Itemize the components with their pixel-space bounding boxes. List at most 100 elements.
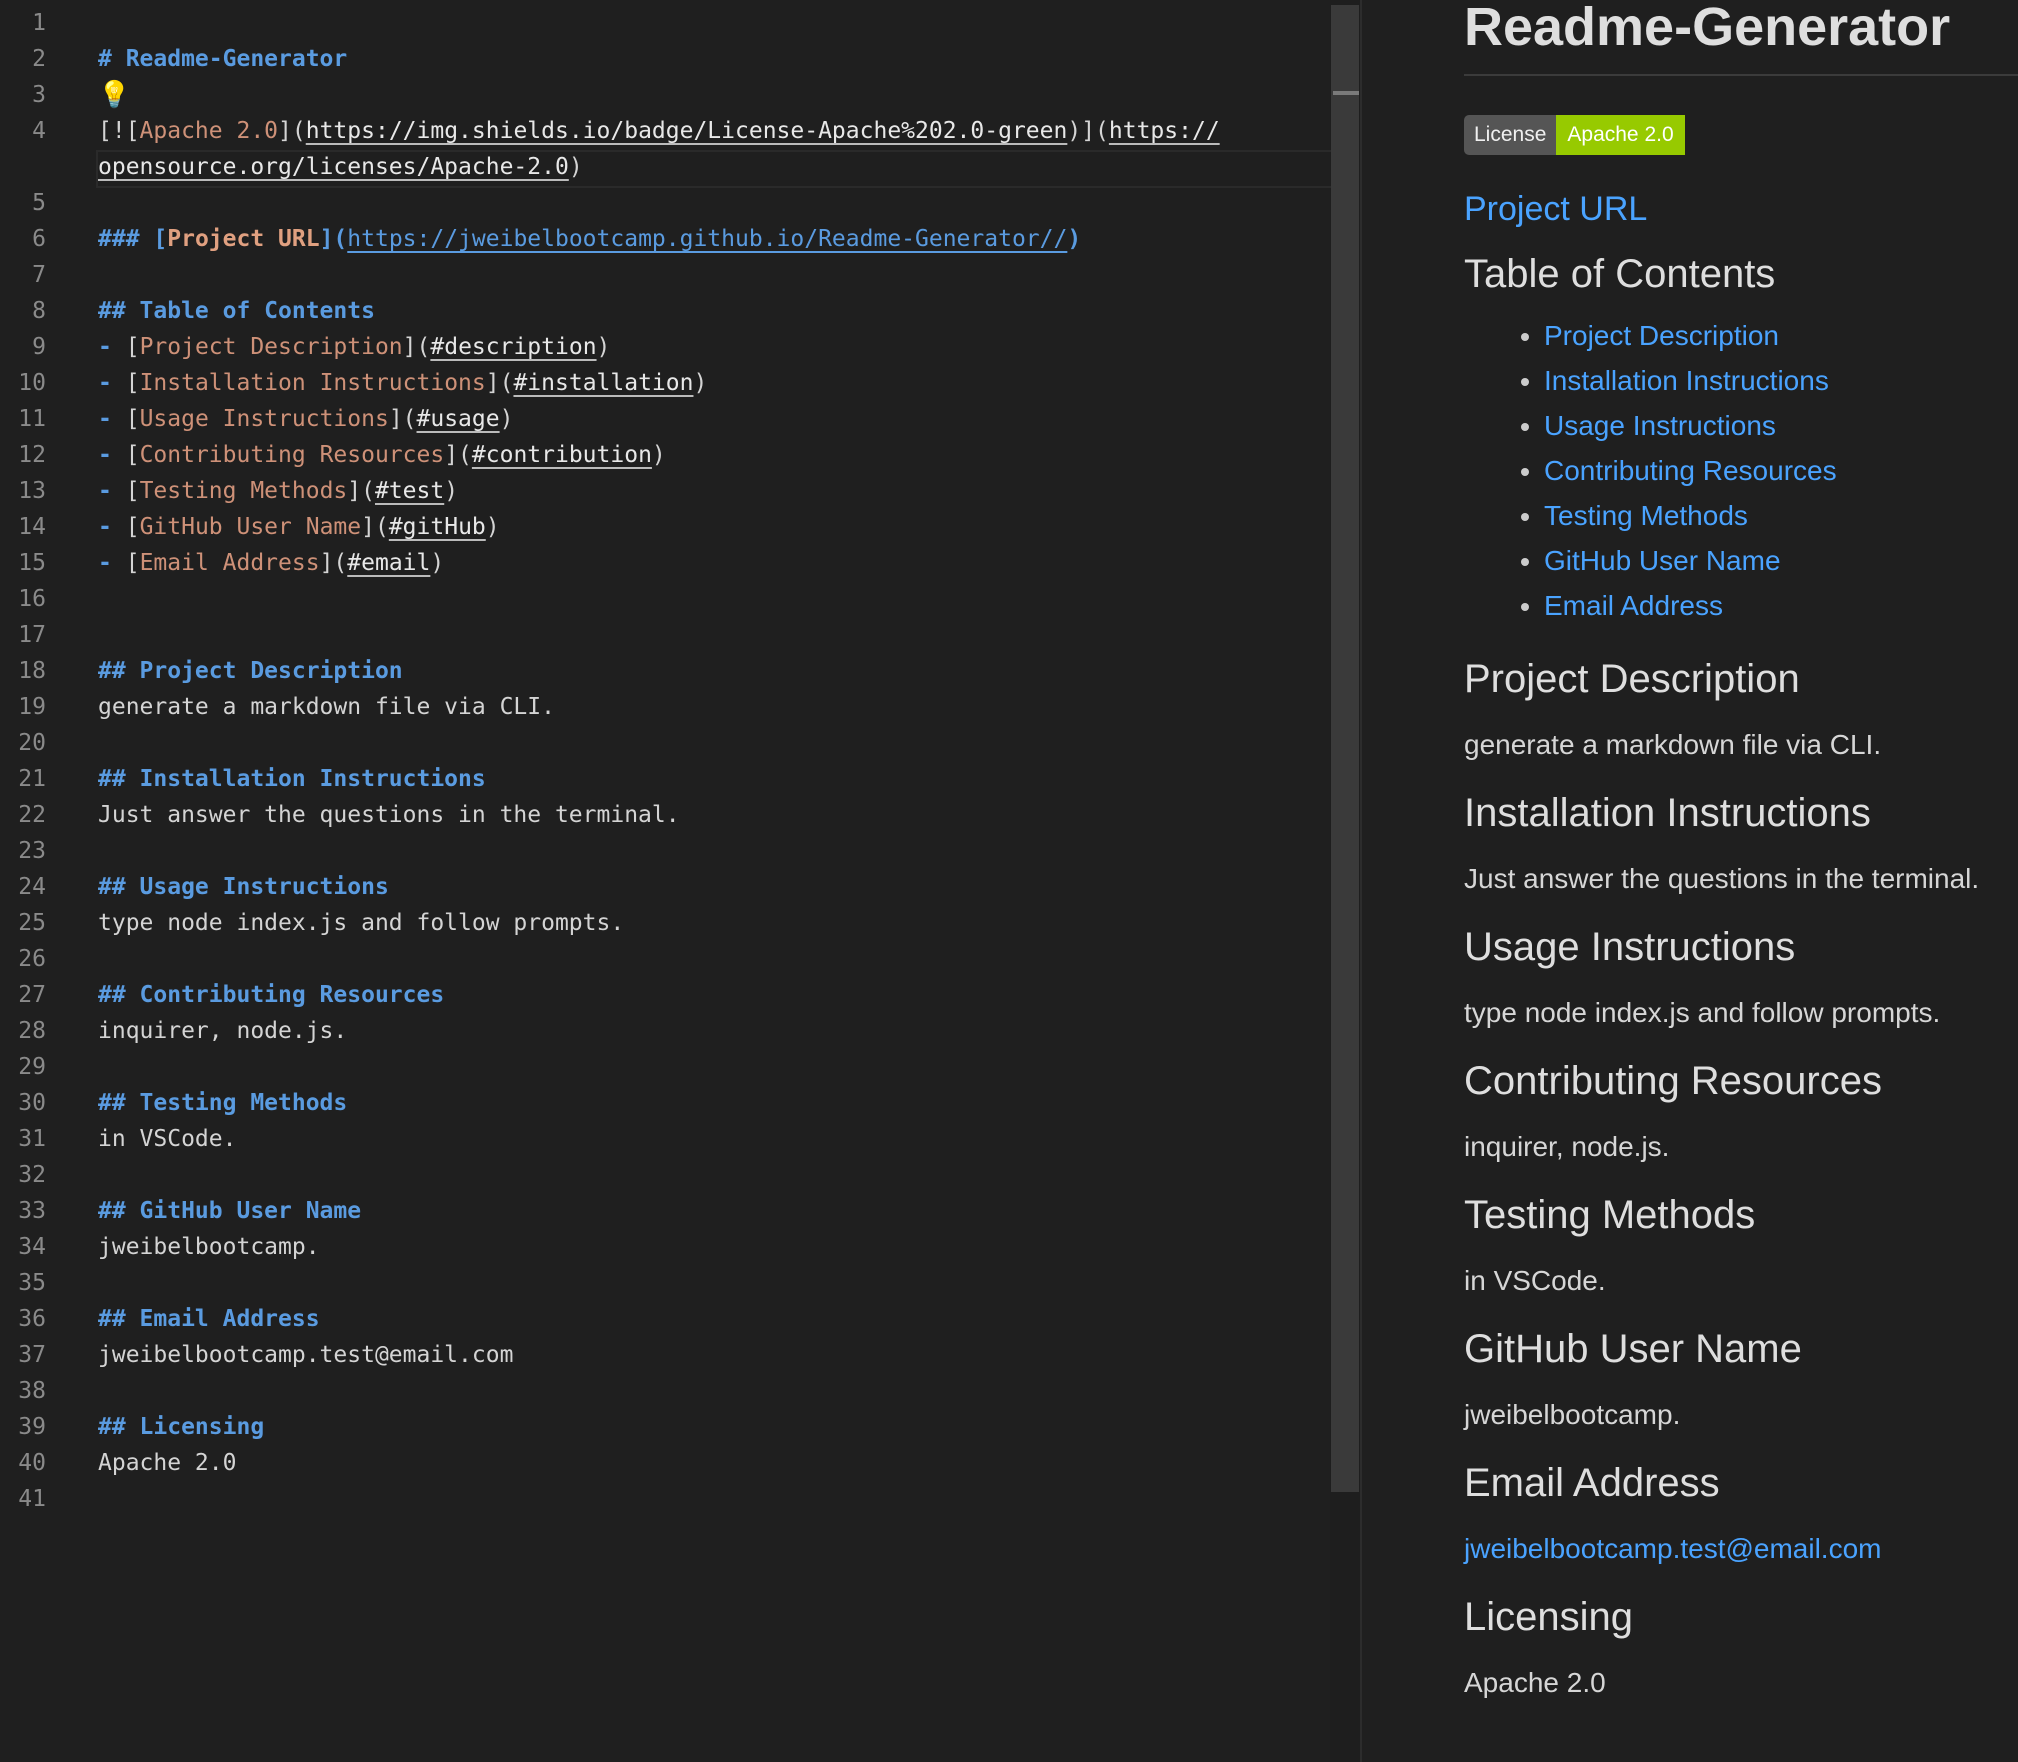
section-heading: Usage Instructions xyxy=(1464,925,1796,969)
line-number: 14 xyxy=(18,514,46,540)
section-body: Just answer the questions in the termina… xyxy=(1464,863,1980,894)
md-heading: ## Email Address xyxy=(98,1306,320,1332)
md-bullet: - xyxy=(98,406,126,432)
code-line: jweibelbootcamp.test@email.com xyxy=(98,1337,1338,1373)
line-number: 31 xyxy=(18,1126,46,1152)
line-number: 15 xyxy=(18,550,46,576)
md-punct: ) xyxy=(568,154,583,180)
md-text: Apache 2.0 xyxy=(98,1450,237,1476)
md-url[interactable]: https:// xyxy=(1109,118,1220,144)
md-text: generate a markdown file via CLI. xyxy=(98,694,555,720)
md-anchor[interactable]: #installation xyxy=(513,370,693,396)
md-heading: ## Table of Contents xyxy=(98,298,375,324)
license-badge[interactable]: License Apache 2.0 xyxy=(1464,115,1712,155)
code-line-toc: - [Testing Methods](#test) xyxy=(98,478,459,504)
code-line: # Readme-Generator xyxy=(98,41,1338,77)
code-line: Just answer the questions in the termina… xyxy=(98,797,1338,833)
toc-link[interactable]: Email Address xyxy=(1544,590,1723,621)
badge-label: License xyxy=(1464,115,1557,155)
md-link-text: Project Description xyxy=(139,334,403,360)
code-line: ## Email Address xyxy=(98,1301,1338,1337)
line-number: 28 xyxy=(18,1018,46,1044)
line-number: 32 xyxy=(18,1162,46,1188)
line-number: 19 xyxy=(18,694,46,720)
md-text: jweibelbootcamp.test@email.com xyxy=(98,1342,514,1368)
editor-scrollbar[interactable] xyxy=(1331,5,1359,1492)
code-line-toc: - [Installation Instructions](#installat… xyxy=(98,370,708,396)
md-anchor[interactable]: #contribution xyxy=(472,442,652,468)
email-link[interactable]: jweibelbootcamp.test@email.com xyxy=(1464,1532,2004,1566)
code-line-toc: - [Usage Instructions](#usage) xyxy=(98,406,514,432)
section-body: generate a markdown file via CLI. xyxy=(1464,729,1882,760)
section-body: type node index.js and follow prompts. xyxy=(1464,997,1941,1028)
code-line: ## GitHub User Name xyxy=(98,1193,1338,1229)
md-bullet: - xyxy=(98,514,126,540)
code-line-toc: - [Project Description](#description) xyxy=(98,334,611,360)
code-line: inquirer, node.js. xyxy=(98,1013,1338,1049)
toc-link[interactable]: Testing Methods xyxy=(1544,500,1748,531)
code-area[interactable]: # Readme-Generator 💡 [![Apache 2.0](http… xyxy=(98,5,1338,1517)
md-anchor[interactable]: #gitHub xyxy=(389,514,486,540)
line-number xyxy=(0,149,60,185)
md-text: in VSCode. xyxy=(98,1126,237,1152)
md-url[interactable]: opensource.org/licenses/Apache-2.0 xyxy=(98,154,569,180)
md-text: type node index.js and follow prompts. xyxy=(98,910,625,936)
line-number: 25 xyxy=(18,910,46,936)
title-rule xyxy=(1464,74,2018,76)
toc-item: Project Description xyxy=(1544,313,2004,358)
md-link-text: Contributing Resources xyxy=(139,442,445,468)
line-number: 33 xyxy=(18,1198,46,1224)
toc-link[interactable]: Contributing Resources xyxy=(1544,455,1837,486)
line-number: 3 xyxy=(32,82,46,108)
md-url[interactable]: https://img.shields.io/badge/License-Apa… xyxy=(306,118,1068,144)
md-heading: ## Project Description xyxy=(98,658,403,684)
md-heading: ## GitHub User Name xyxy=(98,1198,362,1224)
md-anchor[interactable]: #test xyxy=(375,478,444,504)
code-line: ## Licensing xyxy=(98,1409,1338,1445)
line-number: 6 xyxy=(32,226,46,252)
line-number: 20 xyxy=(18,730,46,756)
md-anchor[interactable]: #description xyxy=(430,334,596,360)
section-heading: Contributing Resources xyxy=(1464,1059,1882,1103)
toc-item: Contributing Resources xyxy=(1544,448,2004,493)
md-anchor[interactable]: #usage xyxy=(417,406,500,432)
md-bullet: - xyxy=(98,334,126,360)
section-body: Apache 2.0 xyxy=(1464,1667,1606,1698)
line-number: 2 xyxy=(32,46,46,72)
scrollbar-cursor-marker xyxy=(1333,91,1359,95)
lightbulb-icon[interactable]: 💡 xyxy=(98,80,130,110)
toc-link[interactable]: Installation Instructions xyxy=(1544,365,1829,396)
md-bullet: - xyxy=(98,442,126,468)
toc-link[interactable]: Usage Instructions xyxy=(1544,410,1776,441)
code-line: ## Usage Instructions xyxy=(98,869,1338,905)
section-heading: Email Address xyxy=(1464,1461,1720,1505)
markdown-preview[interactable]: Readme-Generator License Apache 2.0 Proj… xyxy=(1362,0,2018,1762)
md-heading-marker: ### xyxy=(98,226,154,252)
toc-link[interactable]: GitHub User Name xyxy=(1544,545,1781,576)
md-url[interactable]: https://jweibelbootcamp.github.io/Readme… xyxy=(347,226,1067,252)
line-number-gutter: 1 2 3 4 5 6 7 8 9 10 11 12 13 14 15 16 1… xyxy=(0,5,60,1517)
toc-item: GitHub User Name xyxy=(1544,538,2004,583)
line-number: 17 xyxy=(18,622,46,648)
code-line: Apache 2.0 xyxy=(98,1445,1338,1481)
line-number: 1 xyxy=(32,10,46,36)
section-heading: Installation Instructions xyxy=(1464,791,1871,835)
preview-title: Readme-Generator xyxy=(1464,0,1951,57)
markdown-editor[interactable]: 1 2 3 4 5 6 7 8 9 10 11 12 13 14 15 16 1… xyxy=(0,0,1358,1762)
line-number: 21 xyxy=(18,766,46,792)
line-number: 37 xyxy=(18,1342,46,1368)
md-anchor[interactable]: #email xyxy=(347,550,430,576)
toc-heading: Table of Contents xyxy=(1464,252,1776,296)
project-url-link[interactable]: Project URL xyxy=(1464,189,2004,229)
line-number: 10 xyxy=(18,370,46,396)
code-line: ## Testing Methods xyxy=(98,1085,1338,1121)
toc-link[interactable]: Project Description xyxy=(1544,320,1779,351)
section-heading: Testing Methods xyxy=(1464,1193,1756,1237)
line-number: 18 xyxy=(18,658,46,684)
